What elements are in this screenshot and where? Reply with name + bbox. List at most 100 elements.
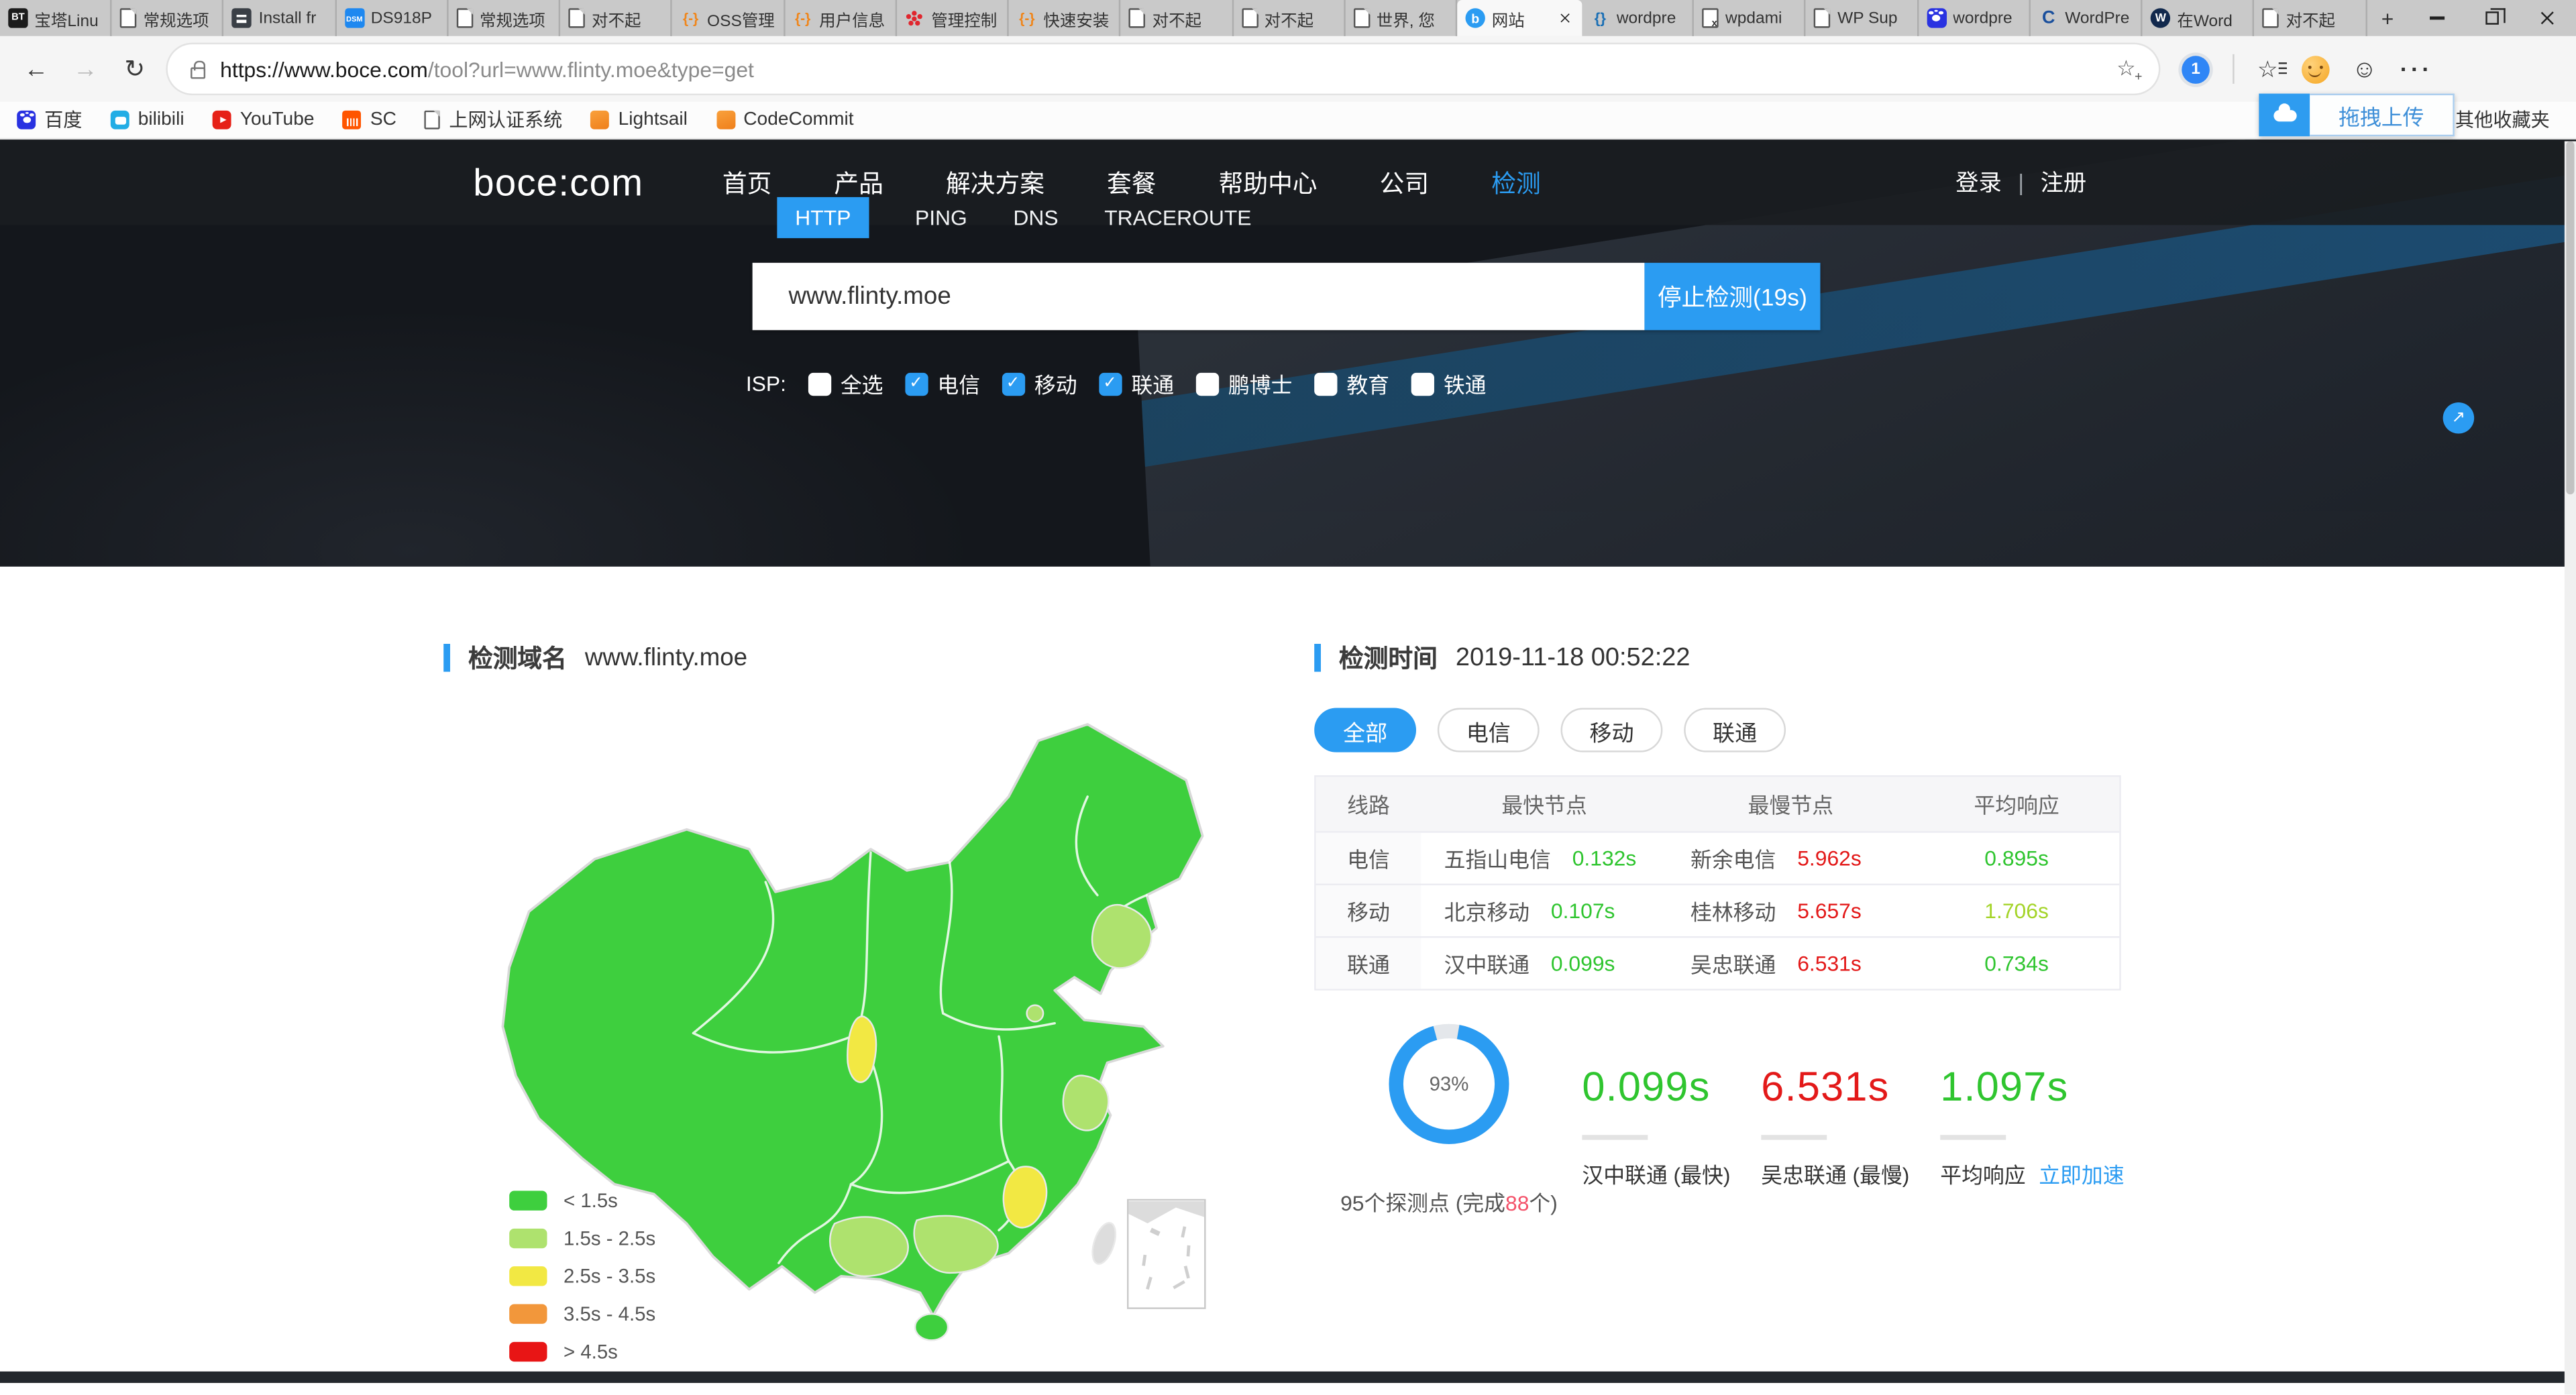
- scrollbar-thumb[interactable]: [2566, 142, 2574, 495]
- onepassword-icon[interactable]: 1: [2182, 55, 2210, 83]
- nav-solutions[interactable]: 解决方案: [946, 165, 1044, 199]
- stop-detect-button[interactable]: 停止检测(19s): [1644, 263, 1820, 330]
- bookmark-label: bilibili: [138, 110, 184, 129]
- time-label: 检测时间: [1339, 640, 1438, 675]
- new-tab-button[interactable]: +: [2367, 0, 2408, 36]
- main-nav: 首页 产品 解决方案 套餐 帮助中心 公司 检测: [722, 165, 1541, 199]
- browser-tab[interactable]: {-}OSS管理: [673, 0, 785, 36]
- filter-telecom[interactable]: 电信: [1438, 708, 1540, 752]
- bookmark-bilibili[interactable]: bilibili: [110, 110, 184, 129]
- browser-tab[interactable]: wpdami: [1695, 0, 1807, 36]
- nav-company[interactable]: 公司: [1380, 165, 1430, 199]
- drag-upload-popup[interactable]: 拖拽上传: [2259, 94, 2454, 137]
- browser-tab[interactable]: Install fr: [224, 0, 336, 36]
- isp-option-education[interactable]: 教育: [1313, 368, 1389, 400]
- browser-tab[interactable]: WP Sup: [1807, 0, 1919, 36]
- boce-logo[interactable]: boce:com: [473, 160, 643, 205]
- browser-tab-strip: BT宝塔Linu 常规选项 Install fr DSMDS918P 常规选项 …: [0, 0, 2576, 36]
- browser-tab[interactable]: 对不起: [1121, 0, 1233, 36]
- page-scrollbar[interactable]: [2565, 142, 2576, 1395]
- tab-ping[interactable]: PING: [915, 205, 967, 230]
- restore-button[interactable]: [2464, 0, 2520, 36]
- login-link[interactable]: 登录: [1955, 166, 2002, 199]
- filter-mobile[interactable]: 移动: [1561, 708, 1663, 752]
- browser-tab[interactable]: CWordPre: [2031, 0, 2143, 36]
- settings-more-icon[interactable]: ···: [2400, 56, 2433, 82]
- browser-tab[interactable]: W在Word: [2143, 0, 2255, 36]
- slowest-cell: 吴忠联通6.531s: [1668, 948, 1914, 979]
- refresh-button[interactable]: ↻: [118, 54, 151, 84]
- checkbox-unchecked[interactable]: [808, 372, 830, 395]
- browser-tab-active[interactable]: b网站: [1457, 0, 1582, 36]
- bookmark-youtube[interactable]: YouTube: [212, 110, 314, 129]
- stat-label-text: 吴忠联通 (最慢): [1761, 1158, 1909, 1190]
- bookmark-baidu[interactable]: 百度: [16, 107, 82, 133]
- nav-detect[interactable]: 检测: [1491, 165, 1541, 199]
- bookmark-codecommit[interactable]: CodeCommit: [716, 110, 854, 129]
- browser-tab[interactable]: 常规选项: [112, 0, 224, 36]
- browser-tab[interactable]: DSMDS918P: [336, 0, 448, 36]
- minimize-button[interactable]: [2408, 0, 2464, 36]
- browser-tab[interactable]: {}wordpre: [1582, 0, 1694, 36]
- bookmark-auth-system[interactable]: 上网认证系统: [425, 107, 563, 133]
- table-row: 移动 北京移动0.107s 桂林移动5.657s 1.706s: [1316, 884, 2120, 936]
- add-favorite-icon[interactable]: ☆: [2116, 56, 2136, 82]
- url-box[interactable]: https://www.boce.com/tool?url=www.flinty…: [168, 44, 2159, 93]
- checkbox-checked[interactable]: [1098, 372, 1121, 395]
- isp-option-unicom[interactable]: 联通: [1098, 368, 1174, 400]
- tab-title: WordPre: [2065, 9, 2133, 27]
- isp-option-label: 教育: [1346, 368, 1389, 400]
- browser-tab[interactable]: 管理控制: [897, 0, 1009, 36]
- browser-tab[interactable]: 常规选项: [448, 0, 560, 36]
- tab-close-icon[interactable]: [1560, 12, 1571, 23]
- isp-option-telecom[interactable]: 电信: [904, 368, 980, 400]
- checkbox-checked[interactable]: [1002, 372, 1024, 395]
- detect-url-input[interactable]: [753, 263, 1645, 330]
- forward-button[interactable]: →: [69, 55, 102, 83]
- nav-products[interactable]: 产品: [834, 165, 883, 199]
- tab-traceroute[interactable]: TRACEROUTE: [1104, 205, 1251, 230]
- bookmark-lightsail[interactable]: Lightsail: [590, 110, 688, 129]
- stat-value: 6.531s: [1761, 1064, 1941, 1112]
- register-link[interactable]: 注册: [2041, 166, 2087, 199]
- isp-option-all[interactable]: 全选: [808, 368, 883, 400]
- nav-plans[interactable]: 套餐: [1107, 165, 1157, 199]
- nav-help[interactable]: 帮助中心: [1219, 165, 1318, 199]
- completion-percent: 93%: [1385, 1020, 1513, 1148]
- browser-tab[interactable]: wordpre: [1919, 0, 2031, 36]
- back-button[interactable]: ←: [19, 55, 52, 83]
- favorites-hub-icon[interactable]: ☆: [2257, 55, 2278, 83]
- isp-option-pengboshi[interactable]: 鹏博士: [1195, 368, 1293, 400]
- browser-tab[interactable]: 对不起: [1233, 0, 1345, 36]
- accelerate-link[interactable]: 立即加速: [2039, 1158, 2124, 1190]
- browser-tab[interactable]: {-}用户信息: [785, 0, 897, 36]
- nav-home[interactable]: 首页: [722, 165, 772, 199]
- scroll-fab-button[interactable]: ↗: [2443, 402, 2475, 434]
- url-text[interactable]: https://www.boce.com/tool?url=www.flinty…: [220, 56, 2102, 81]
- bookmark-soundcloud[interactable]: SC: [342, 110, 396, 129]
- emoji-extension-icon[interactable]: [2301, 55, 2329, 83]
- tool-tabs: HTTP PING DNS TRACEROUTE: [777, 197, 1251, 238]
- isp-option-tietong[interactable]: 铁通: [1411, 368, 1487, 400]
- legend-item: 1.5s - 2.5s: [509, 1227, 655, 1249]
- legend-label: > 4.5s: [564, 1340, 618, 1363]
- filter-unicom[interactable]: 联通: [1684, 708, 1786, 752]
- isp-option-mobile[interactable]: 移动: [1002, 368, 1077, 400]
- browser-tab[interactable]: 世界, 您: [1345, 0, 1457, 36]
- checkbox-unchecked[interactable]: [1195, 372, 1218, 395]
- table-row: 联通 汉中联通0.099s 吴忠联通6.531s 0.734s: [1316, 936, 2120, 989]
- browser-tab[interactable]: {-}快速安装: [1009, 0, 1121, 36]
- tab-http[interactable]: HTTP: [777, 197, 869, 238]
- node-value: 0.132s: [1572, 846, 1637, 871]
- tab-dns[interactable]: DNS: [1013, 205, 1058, 230]
- checkbox-unchecked[interactable]: [1313, 372, 1336, 395]
- browser-tab[interactable]: 对不起: [2255, 0, 2367, 36]
- browser-tab[interactable]: BT宝塔Linu: [0, 0, 112, 36]
- bookmark-label: 上网认证系统: [449, 107, 562, 133]
- browser-tab[interactable]: 对不起: [561, 0, 673, 36]
- checkbox-checked[interactable]: [904, 372, 927, 395]
- close-button[interactable]: [2520, 0, 2576, 36]
- feedback-smiley-icon[interactable]: ☺: [2352, 56, 2377, 81]
- checkbox-unchecked[interactable]: [1411, 372, 1434, 395]
- filter-all[interactable]: 全部: [1314, 708, 1416, 752]
